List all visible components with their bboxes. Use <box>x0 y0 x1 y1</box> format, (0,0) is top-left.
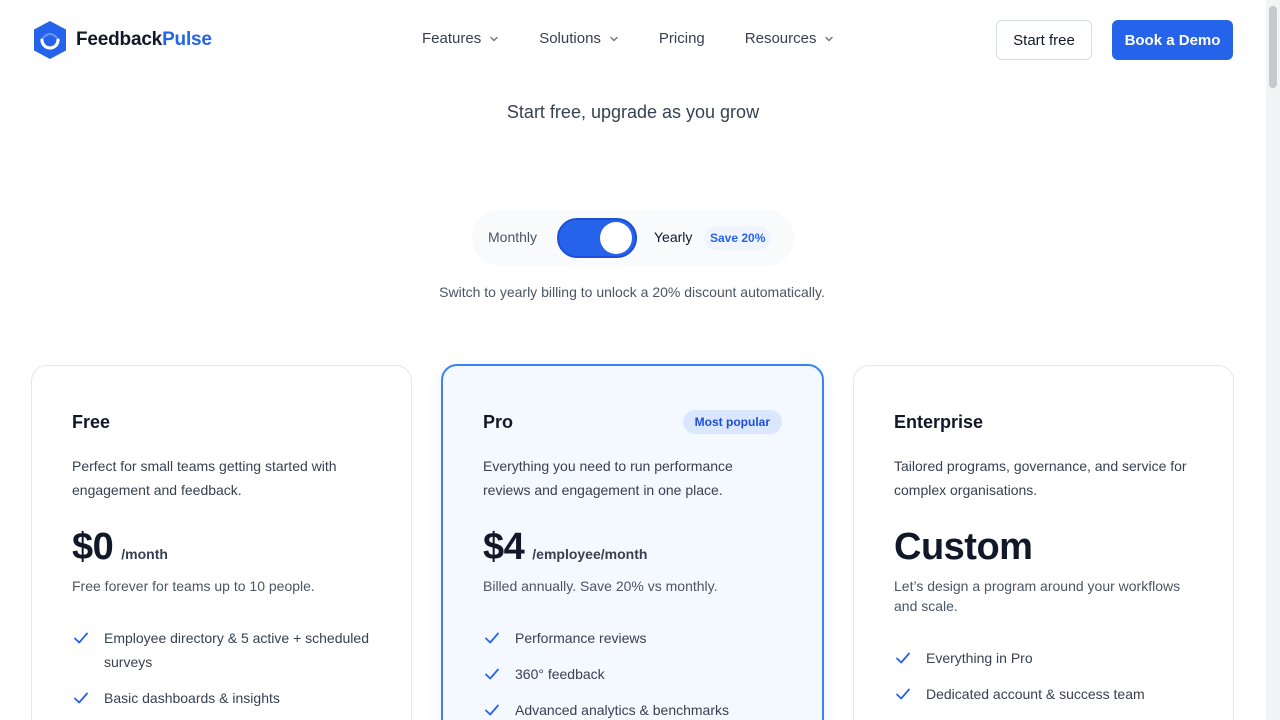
plan-card-enterprise: Enterprise Tailored programs, governance… <box>853 365 1234 720</box>
chevron-down-icon <box>490 36 498 41</box>
nav-label: Solutions <box>539 30 601 47</box>
logo-shield-icon <box>34 21 66 59</box>
price-amount: Custom <box>894 526 1033 568</box>
plan-description: Everything you need to run performance r… <box>483 458 733 498</box>
start-free-button[interactable]: Start free <box>996 20 1092 60</box>
plan-name: Free <box>72 412 111 432</box>
price-unit: /employee/month <box>532 546 648 562</box>
nav-item-resources[interactable]: Resources <box>745 30 835 47</box>
plan-name: Pro <box>483 412 514 432</box>
feature-item: 360° feedback <box>483 662 783 686</box>
plan-card-free: Free Perfect for small teams getting sta… <box>31 365 412 720</box>
price-amount: $4 <box>483 526 525 568</box>
price-amount: $0 <box>72 526 114 568</box>
brand-name: FeedbackPulse <box>76 29 212 50</box>
feature-text: Performance reviews <box>515 630 647 646</box>
feature-text: Employee directory & 5 active + schedule… <box>104 630 369 670</box>
feature-text: Everything in Pro <box>926 650 1033 666</box>
pricing-subtitle: Start free, upgrade as you grow <box>506 102 760 122</box>
price-note: Free forever for teams up to 10 people. <box>72 578 315 594</box>
check-icon <box>485 632 499 644</box>
nav-item-solutions[interactable]: Solutions <box>539 30 619 47</box>
price-unit: /month <box>121 546 168 562</box>
nav-item-features[interactable]: Features <box>422 30 499 47</box>
billing-switch[interactable] <box>557 218 637 258</box>
site-header: FeedbackPulse Features Solutions Pricing… <box>0 0 1266 80</box>
price-note: Let’s design a program around your workf… <box>894 578 1181 614</box>
check-icon <box>896 652 910 664</box>
check-icon <box>485 704 499 716</box>
nav-label: Resources <box>744 30 817 47</box>
book-demo-button[interactable]: Book a Demo <box>1112 20 1233 60</box>
billing-toggle: Monthly Yearly Save 20% <box>472 210 794 266</box>
feature-item: Everything in Pro <box>894 646 1194 670</box>
switch-knob <box>600 222 632 254</box>
monthly-label[interactable]: Monthly <box>488 229 537 245</box>
nav-item-pricing[interactable]: Pricing <box>659 30 705 47</box>
plan-price: $4 /employee/month <box>483 526 647 569</box>
plan-card-pro: Pro Most popular Everything you need to … <box>441 364 824 720</box>
plan-description: Tailored programs, governance, and servi… <box>894 458 1187 498</box>
chevron-down-icon <box>825 36 834 41</box>
save-badge: Save 20% <box>704 226 772 250</box>
price-note: Billed annually. Save 20% vs monthly. <box>483 578 718 594</box>
billing-hint: Switch to yearly billing to unlock a 20%… <box>439 284 825 300</box>
feature-text: 360° feedback <box>515 666 605 682</box>
feature-text: Basic dashboards & insights <box>104 690 280 706</box>
feature-item: Employee directory & 5 active + schedule… <box>72 626 372 674</box>
main-nav: Features Solutions Pricing Resources <box>422 30 834 47</box>
plan-price: Custom <box>894 526 1033 569</box>
feature-item: Performance reviews <box>483 626 783 650</box>
feature-item: Advanced analytics & benchmarks <box>483 698 783 720</box>
feature-list: Performance reviews 360° feedback Advanc… <box>483 626 783 720</box>
check-icon <box>485 668 499 680</box>
feature-text: Dedicated account & success team <box>926 686 1145 702</box>
check-icon <box>74 692 88 704</box>
check-icon <box>896 688 910 700</box>
plan-price: $0 /month <box>72 526 168 569</box>
feature-list: Everything in Pro Dedicated account & su… <box>894 646 1194 718</box>
plan-description: Perfect for small teams getting started … <box>72 458 337 498</box>
scrollbar-thumb[interactable] <box>1269 6 1277 88</box>
feature-item: Dedicated account & success team <box>894 682 1194 706</box>
page-scrollbar[interactable] <box>1266 0 1280 720</box>
check-icon <box>74 632 88 644</box>
yearly-label[interactable]: Yearly <box>654 229 692 245</box>
most-popular-badge: Most popular <box>682 410 782 434</box>
feature-item: Basic dashboards & insights <box>72 686 372 710</box>
chevron-down-icon <box>610 36 618 41</box>
feature-list: Employee directory & 5 active + schedule… <box>72 626 372 720</box>
nav-label: Pricing <box>658 30 705 47</box>
plan-name: Enterprise <box>894 412 984 432</box>
nav-label: Features <box>422 30 482 47</box>
feature-text: Advanced analytics & benchmarks <box>515 702 729 718</box>
logo[interactable]: FeedbackPulse <box>32 20 212 60</box>
